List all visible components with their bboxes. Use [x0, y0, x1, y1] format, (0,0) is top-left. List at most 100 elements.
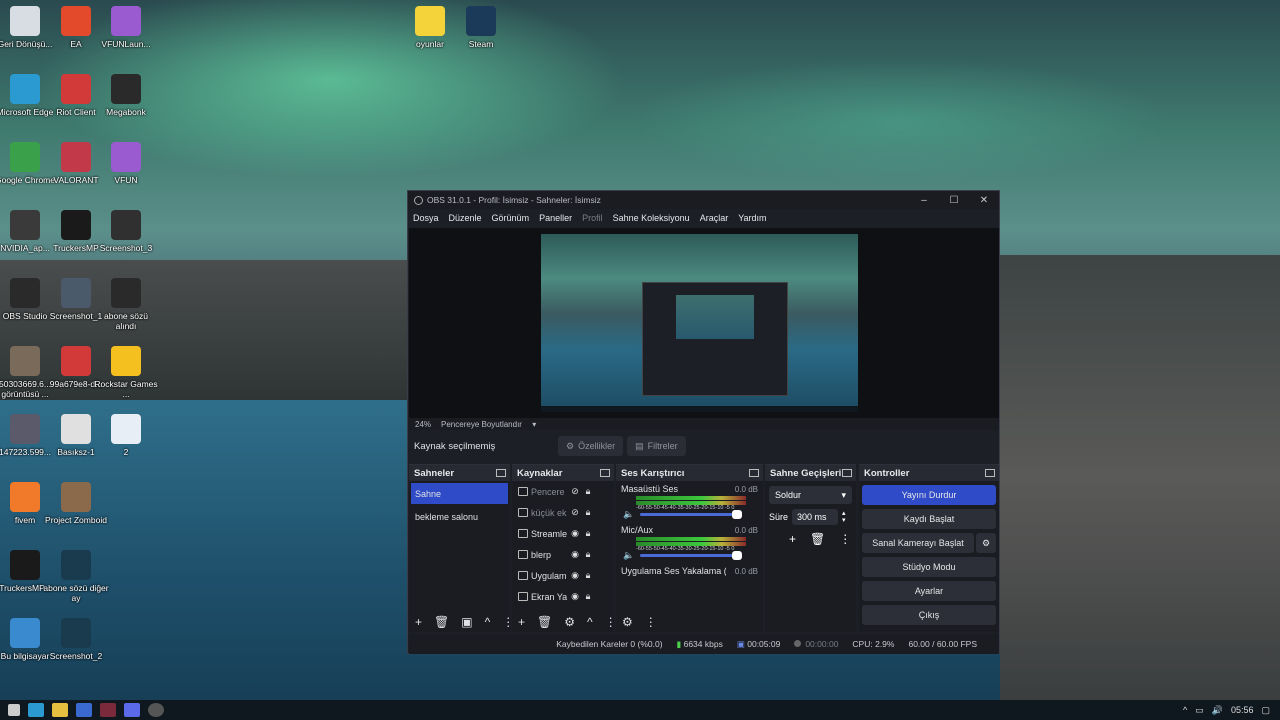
studio-mode-button[interactable]: Stüdyo Modu: [862, 557, 996, 577]
chevron-up-icon[interactable]: ^: [1183, 705, 1187, 715]
menu-yardim[interactable]: Yardım: [733, 213, 771, 223]
lock-icon[interactable]: 🔒︎: [583, 549, 593, 560]
gear-icon[interactable]: ⚙: [564, 615, 575, 629]
volume-slider[interactable]: [640, 550, 743, 560]
mixer-title: Ses Karıştırıcı: [621, 467, 685, 479]
trash-icon[interactable]: 🗑: [810, 532, 825, 546]
lock-icon[interactable]: 🔒︎: [583, 486, 593, 497]
trash-icon[interactable]: 🗑: [434, 615, 449, 629]
filters-button[interactable]: ▤ Filtreler: [627, 436, 686, 456]
scene-item[interactable]: bekleme salonu: [409, 506, 510, 527]
add-icon[interactable]: +: [518, 615, 525, 629]
text-file-icon: [111, 414, 141, 444]
desktop-icon[interactable]: Screenshot_3: [93, 210, 159, 253]
menu-dosya[interactable]: Dosya: [408, 213, 444, 223]
volume-slider[interactable]: [640, 509, 743, 519]
eye-icon[interactable]: ◉: [570, 591, 580, 602]
eye-off-icon[interactable]: ⊘: [570, 507, 580, 518]
preview-canvas[interactable]: [409, 228, 999, 418]
speaker-icon[interactable]: 🔈: [623, 550, 634, 561]
obs-icon[interactable]: [148, 703, 164, 717]
source-item[interactable]: küçük ek ⊘ 🔒︎: [512, 502, 614, 523]
eye-off-icon[interactable]: ⊘: [570, 486, 580, 497]
desktop-icon[interactable]: Steam: [448, 6, 514, 49]
menu-paneller[interactable]: Paneller: [534, 213, 577, 223]
source-item[interactable]: Uygulam ◉ 🔒︎: [512, 565, 614, 586]
stop-streaming-button[interactable]: Yayını Durdur: [862, 485, 996, 505]
discord-icon[interactable]: [124, 703, 140, 717]
app-icon[interactable]: [76, 703, 92, 717]
windows-start-icon[interactable]: [8, 704, 20, 716]
source-item[interactable]: Streamle ◉ 🔒︎: [512, 523, 614, 544]
desktop-icon[interactable]: Project Zomboid: [43, 482, 109, 525]
source-item[interactable]: Pencere ⊘ 🔒︎: [512, 481, 614, 502]
chevron-up-icon[interactable]: ^: [485, 615, 491, 629]
desktop-icon-label: abone sözü diğer ay: [43, 583, 109, 603]
audio-mixer-panel: Ses Karıştırıcı Masaüstü Ses 0.0 dB -60-5…: [616, 464, 763, 632]
settings-button[interactable]: Ayarlar: [862, 581, 996, 601]
spin-icon[interactable]: ▴ ▾: [842, 510, 846, 524]
add-icon[interactable]: +: [789, 532, 796, 546]
filter-icon[interactable]: ▣: [461, 615, 472, 629]
gear-icon[interactable]: ⚙: [976, 533, 996, 553]
menu-profil[interactable]: Profil: [577, 213, 608, 223]
desktop-icon[interactable]: abone sözü alındı: [93, 278, 159, 331]
more-icon[interactable]: ⋮: [839, 532, 851, 546]
exit-button[interactable]: Çıkış: [862, 605, 996, 625]
preview-nested-obs: [642, 282, 788, 396]
undock-icon[interactable]: [600, 469, 610, 477]
desktop-icon[interactable]: abone sözü diğer ay: [43, 550, 109, 603]
notification-icon[interactable]: ▢: [1261, 705, 1270, 716]
file-explorer-icon[interactable]: [52, 703, 68, 717]
desktop-icon[interactable]: 2: [93, 414, 159, 457]
more-icon[interactable]: ⋮: [605, 615, 617, 629]
obs-title-bar[interactable]: OBS 31.0.1 - Profil: İsimsiz - Sahneler:…: [408, 191, 999, 209]
dropped-frames: Kaybedilen Kareler 0 (%0.0): [556, 639, 663, 649]
desktop-icon[interactable]: VFUN: [93, 142, 159, 185]
add-icon[interactable]: +: [415, 615, 422, 629]
menu-duzenle[interactable]: Düzenle: [444, 213, 487, 223]
start-recording-button[interactable]: Kaydı Başlat: [862, 509, 996, 529]
trash-icon[interactable]: 🗑: [537, 615, 552, 629]
source-item[interactable]: blerp ◉ 🔒︎: [512, 544, 614, 565]
speaker-icon[interactable]: 🔈: [623, 509, 634, 520]
eye-icon[interactable]: ◉: [570, 528, 580, 539]
scene-item[interactable]: Sahne: [411, 483, 508, 504]
clock[interactable]: 05:56: [1231, 705, 1254, 715]
zoom-mode-dropdown[interactable]: Pencereye Boyutlandır ▾: [441, 420, 536, 429]
lock-icon[interactable]: 🔒︎: [583, 591, 593, 602]
duration-input[interactable]: 300 ms: [792, 509, 839, 525]
close-button[interactable]: ✕: [969, 191, 999, 209]
edge-icon[interactable]: [28, 703, 44, 717]
maximize-button[interactable]: ☐: [939, 191, 969, 209]
undock-icon[interactable]: [749, 469, 759, 477]
more-icon[interactable]: ⋮: [645, 615, 657, 629]
desktop-icon[interactable]: VFUNLaun...: [93, 6, 159, 49]
undock-icon[interactable]: [985, 469, 995, 477]
source-item[interactable]: Ekran Ya ◉ 🔒︎: [512, 586, 614, 607]
minimize-button[interactable]: –: [909, 191, 939, 209]
gears-icon[interactable]: ⚙: [622, 615, 633, 629]
volume-icon[interactable]: 🔊: [1212, 705, 1223, 716]
desktop-icon[interactable]: Rockstar Games ...: [93, 346, 159, 399]
start-virtual-camera-button[interactable]: Sanal Kamerayı Başlat: [862, 533, 974, 553]
lock-icon[interactable]: 🔒︎: [583, 528, 593, 539]
desktop-icon[interactable]: Screenshot_2: [43, 618, 109, 661]
desktop-icon[interactable]: Megabonk: [93, 74, 159, 117]
chevron-up-icon[interactable]: ^: [587, 615, 593, 629]
network-icon[interactable]: ▭: [1195, 705, 1204, 716]
menu-sahne-koleksiyonu[interactable]: Sahne Koleksiyonu: [608, 213, 695, 223]
undock-icon[interactable]: [842, 469, 852, 477]
menu-gorunum[interactable]: Görünüm: [487, 213, 535, 223]
transition-select[interactable]: Soldur ▾: [769, 486, 852, 504]
truckersmp-icon: [10, 550, 40, 580]
eye-icon[interactable]: ◉: [570, 549, 580, 560]
lock-icon[interactable]: 🔒︎: [583, 570, 593, 581]
lock-icon[interactable]: 🔒︎: [583, 507, 593, 518]
undock-icon[interactable]: [496, 469, 506, 477]
menu-araclar[interactable]: Araçlar: [695, 213, 734, 223]
properties-button[interactable]: ⚙ Özellikler: [558, 436, 624, 456]
eye-icon[interactable]: ◉: [570, 570, 580, 581]
desktop-icon-label: Megabonk: [106, 107, 146, 117]
valorant-icon[interactable]: [100, 703, 116, 717]
